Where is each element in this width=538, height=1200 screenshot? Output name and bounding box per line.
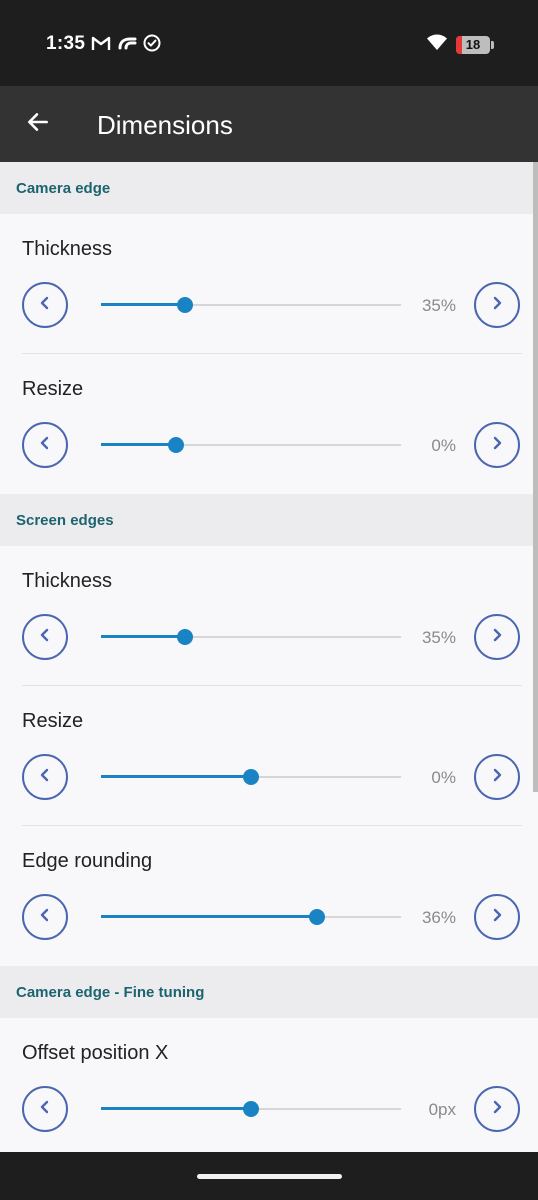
slider-thumb[interactable] xyxy=(243,769,259,785)
chevron-right-icon xyxy=(489,767,505,788)
thickness-slider[interactable] xyxy=(101,294,401,316)
slider-thumb[interactable] xyxy=(168,437,184,453)
chevron-right-icon xyxy=(489,907,505,928)
page-title: Dimensions xyxy=(97,110,233,140)
decrease-button[interactable] xyxy=(22,282,68,328)
slider-active-track xyxy=(101,635,185,638)
setting-screen-edges-resize: Resize 0% xyxy=(0,686,538,826)
slider-value: 35% xyxy=(421,296,456,315)
navigation-bar xyxy=(0,1152,538,1200)
home-gesture-handle[interactable] xyxy=(197,1174,342,1179)
edge-rounding-slider[interactable] xyxy=(101,906,401,928)
chevron-left-icon xyxy=(37,295,53,316)
setting-offset-position-x: Offset position X 0px xyxy=(0,1018,538,1152)
decrease-button[interactable] xyxy=(22,1086,68,1132)
increase-button[interactable] xyxy=(474,422,520,468)
chevron-left-icon xyxy=(37,1099,53,1120)
offset-x-slider[interactable] xyxy=(101,1098,401,1120)
chevron-left-icon xyxy=(37,767,53,788)
battery-icon: 18 xyxy=(456,35,490,54)
slider-active-track xyxy=(101,915,317,918)
slider-active-track xyxy=(101,303,185,306)
setting-edge-rounding: Edge rounding 36% xyxy=(0,826,538,966)
slider-value: 36% xyxy=(421,908,456,927)
settings-list[interactable]: Camera edge Thickness 35% Resize 0% Scre… xyxy=(0,162,538,1152)
slider-thumb[interactable] xyxy=(243,1101,259,1117)
slider-thumb[interactable] xyxy=(309,909,325,925)
resize-slider[interactable] xyxy=(101,766,401,788)
app-bar: Dimensions xyxy=(0,86,538,162)
increase-button[interactable] xyxy=(474,282,520,328)
slider-value: 0% xyxy=(431,436,456,455)
setting-label: Offset position X xyxy=(22,1042,169,1064)
slider-value: 35% xyxy=(421,628,456,647)
increase-button[interactable] xyxy=(474,894,520,940)
app-icon xyxy=(117,35,137,56)
chevron-left-icon xyxy=(37,435,53,456)
status-time: 1:35 xyxy=(46,33,86,54)
slider-active-track xyxy=(101,443,176,446)
decrease-button[interactable] xyxy=(22,754,68,800)
slider-value: 0px xyxy=(428,1100,456,1119)
setting-label: Resize xyxy=(22,378,84,400)
slider-thumb[interactable] xyxy=(177,629,193,645)
chevron-right-icon xyxy=(489,1099,505,1120)
increase-button[interactable] xyxy=(474,614,520,660)
slider-value: 0% xyxy=(431,768,456,787)
chevron-right-icon xyxy=(489,435,505,456)
resize-slider[interactable] xyxy=(101,434,401,456)
check-circle-icon xyxy=(143,34,161,57)
setting-label: Edge rounding xyxy=(22,850,153,872)
section-header-camera-edge: Camera edge xyxy=(0,162,538,214)
setting-label: Thickness xyxy=(22,238,113,260)
thickness-slider[interactable] xyxy=(101,626,401,648)
increase-button[interactable] xyxy=(474,754,520,800)
notification-icons xyxy=(91,34,161,57)
battery-tip xyxy=(491,40,494,49)
decrease-button[interactable] xyxy=(22,422,68,468)
chevron-left-icon xyxy=(37,907,53,928)
slider-thumb[interactable] xyxy=(177,297,193,313)
wifi-icon xyxy=(426,33,448,56)
section-header-screen-edges: Screen edges xyxy=(0,494,538,546)
gmail-icon xyxy=(91,35,111,56)
setting-camera-edge-resize: Resize 0% xyxy=(0,354,538,494)
decrease-button[interactable] xyxy=(22,614,68,660)
chevron-right-icon xyxy=(489,627,505,648)
slider-active-track xyxy=(101,1107,251,1110)
setting-camera-edge-thickness: Thickness 35% xyxy=(0,214,538,354)
status-bar: 1:35 18 xyxy=(0,0,538,86)
increase-button[interactable] xyxy=(474,1086,520,1132)
arrow-back-icon xyxy=(25,109,51,140)
setting-label: Resize xyxy=(22,710,84,732)
back-button[interactable] xyxy=(18,104,58,144)
battery-level: 18 xyxy=(465,36,481,52)
section-header-fine-tuning: Camera edge - Fine tuning xyxy=(0,966,538,1018)
slider-active-track xyxy=(101,775,251,778)
setting-label: Thickness xyxy=(22,570,113,592)
decrease-button[interactable] xyxy=(22,894,68,940)
chevron-left-icon xyxy=(37,627,53,648)
chevron-right-icon xyxy=(489,295,505,316)
system-icons: 18 xyxy=(426,33,494,56)
setting-screen-edges-thickness: Thickness 35% xyxy=(0,546,538,686)
